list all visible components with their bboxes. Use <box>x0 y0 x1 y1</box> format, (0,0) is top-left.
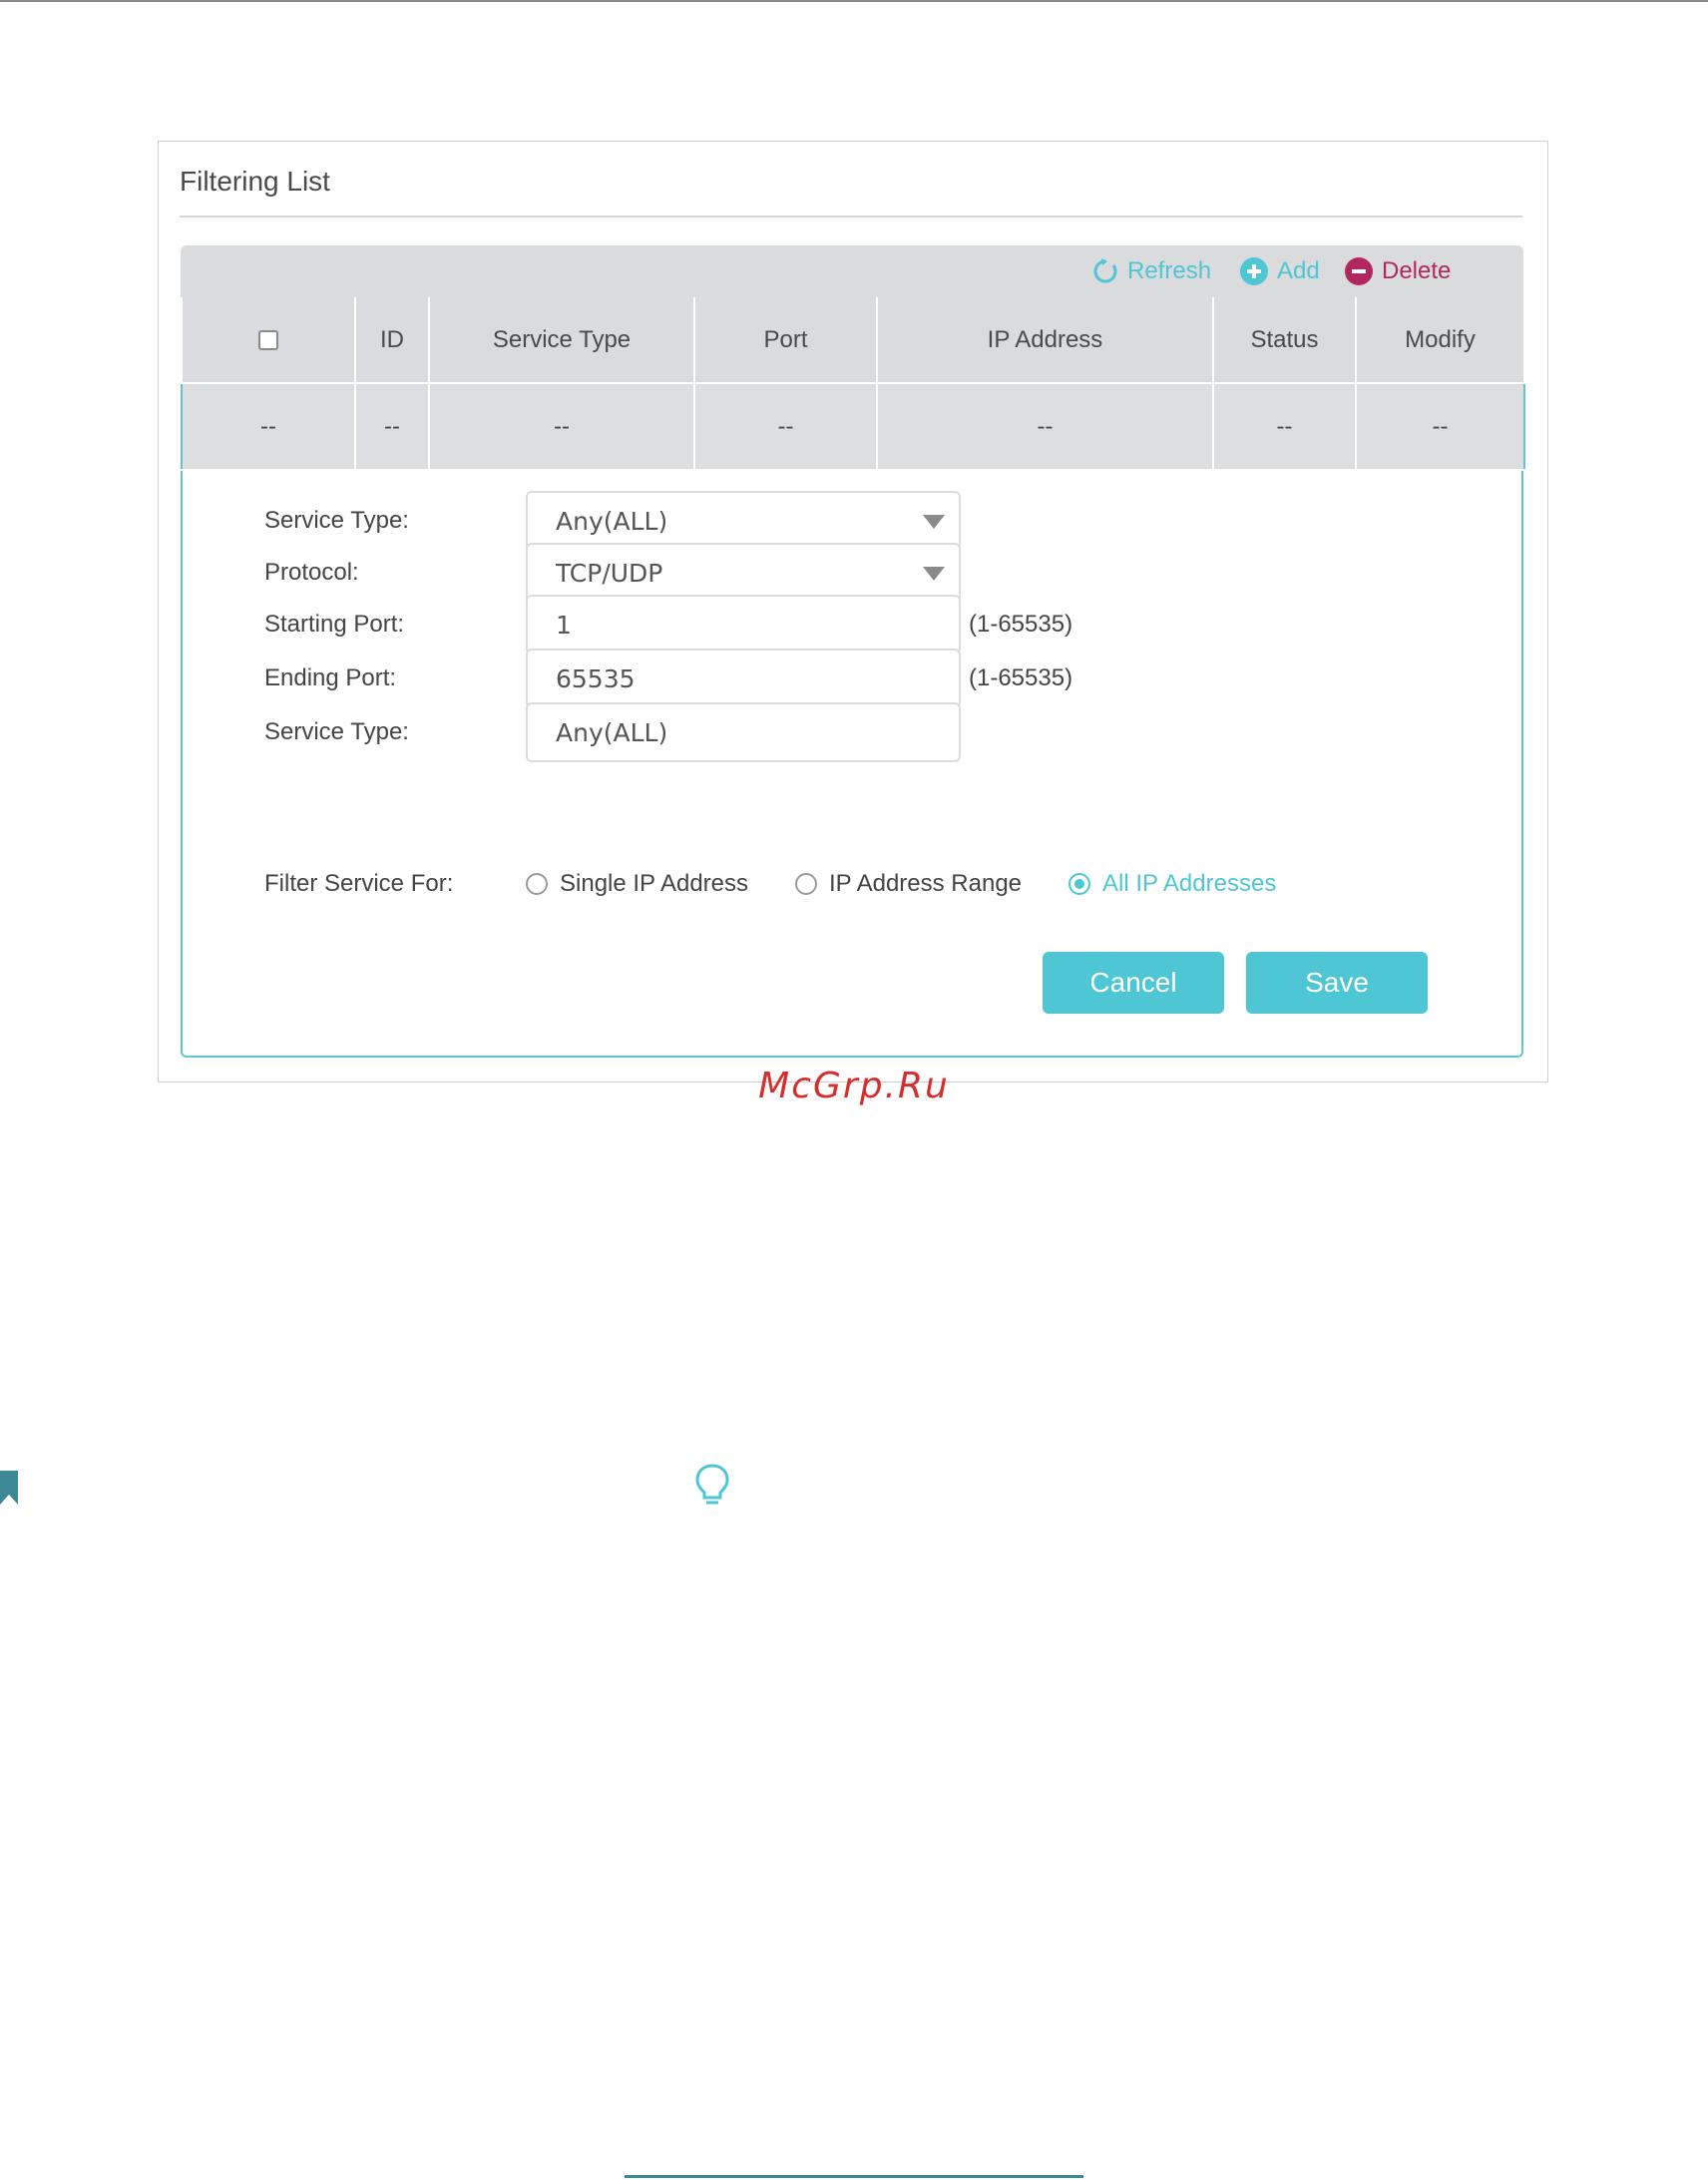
cancel-button[interactable]: Cancel <box>1043 952 1224 1014</box>
radio-label: All IP Addresses <box>1102 870 1277 897</box>
select-all-checkbox[interactable] <box>258 330 278 351</box>
table-cell: -- <box>429 383 695 469</box>
column-header-status: Status <box>1213 297 1357 384</box>
starting-port-input[interactable]: 1 <box>526 595 961 654</box>
refresh-icon <box>1093 258 1117 283</box>
column-header-id: ID <box>355 297 430 384</box>
service-type-select[interactable]: Any(ALL) <box>526 491 961 551</box>
watermark-text: McGrp.Ru <box>758 1066 950 1106</box>
filter-service-for-label: Filter Service For: <box>264 870 454 897</box>
lightbulb-icon <box>695 1464 729 1505</box>
table-header-row: ID Service Type Port IP Address Status M… <box>181 297 1525 384</box>
refresh-button[interactable]: Refresh <box>1091 245 1211 297</box>
delete-label: Delete <box>1382 257 1452 284</box>
protocol-label: Protocol: <box>264 559 359 586</box>
table-row: -- -- -- -- -- -- -- <box>181 383 1525 469</box>
bottom-rule <box>625 2175 1083 2178</box>
ending-port-label: Ending Port: <box>264 664 397 691</box>
top-rule <box>0 0 1708 2</box>
starting-port-value: 1 <box>556 610 572 640</box>
title-divider <box>180 216 1522 218</box>
service-type-value: Any(ALL) <box>556 506 668 536</box>
radio-single-ip-address[interactable]: Single IP Address <box>526 870 748 898</box>
delete-button[interactable]: Delete <box>1344 245 1451 297</box>
add-button[interactable]: Add <box>1239 245 1320 297</box>
column-header-port: Port <box>694 297 878 384</box>
refresh-label: Refresh <box>1127 257 1212 284</box>
protocol-select[interactable]: TCP/UDP <box>526 543 961 603</box>
radio-ip-address-range[interactable]: IP Address Range <box>795 870 1022 898</box>
column-header-modify: Modify <box>1356 297 1525 384</box>
service-type-2-field[interactable]: Any(ALL) <box>526 702 961 762</box>
protocol-value: TCP/UDP <box>556 558 663 588</box>
select-all-cell <box>181 297 356 384</box>
chevron-down-icon <box>923 515 945 529</box>
radio-button-selected-icon <box>1068 873 1090 895</box>
table-toolbar: Refresh Add Delete <box>181 245 1523 297</box>
starting-port-hint: (1-65535) <box>969 611 1073 638</box>
filtering-list-panel: Filtering List Refresh Add Delete ID Ser… <box>158 141 1548 1083</box>
delete-icon <box>1345 257 1373 285</box>
radio-all-ip-addresses[interactable]: All IP Addresses <box>1068 870 1276 898</box>
rule-edit-form: Service Type: Any(ALL) Protocol: TCP/UDP… <box>181 471 1523 1058</box>
radio-label: IP Address Range <box>829 870 1023 897</box>
column-header-service-type: Service Type <box>429 297 695 384</box>
ending-port-value: 65535 <box>556 663 636 693</box>
table-cell: -- <box>694 383 878 469</box>
table-cell: -- <box>877 383 1214 469</box>
bookmark-icon <box>0 1471 18 1505</box>
radio-button-icon <box>795 873 817 895</box>
starting-port-label: Starting Port: <box>264 611 405 638</box>
table-cell: -- <box>1356 383 1525 469</box>
service-type-label: Service Type: <box>264 507 409 534</box>
table-cell: -- <box>181 383 356 469</box>
radio-button-icon <box>526 873 548 895</box>
service-type-2-label: Service Type: <box>264 718 409 745</box>
radio-label: Single IP Address <box>560 870 749 897</box>
table-cell: -- <box>355 383 430 469</box>
table-cell: -- <box>1213 383 1357 469</box>
add-icon <box>1240 257 1268 285</box>
panel-title: Filtering List <box>180 166 330 197</box>
save-button[interactable]: Save <box>1246 952 1428 1014</box>
ending-port-input[interactable]: 65535 <box>526 649 961 708</box>
ending-port-hint: (1-65535) <box>969 664 1073 691</box>
add-label: Add <box>1277 257 1320 284</box>
filtering-table: ID Service Type Port IP Address Status M… <box>181 297 1525 469</box>
chevron-down-icon <box>923 567 945 581</box>
column-header-ip-address: IP Address <box>877 297 1214 384</box>
service-type-2-value: Any(ALL) <box>556 717 668 747</box>
